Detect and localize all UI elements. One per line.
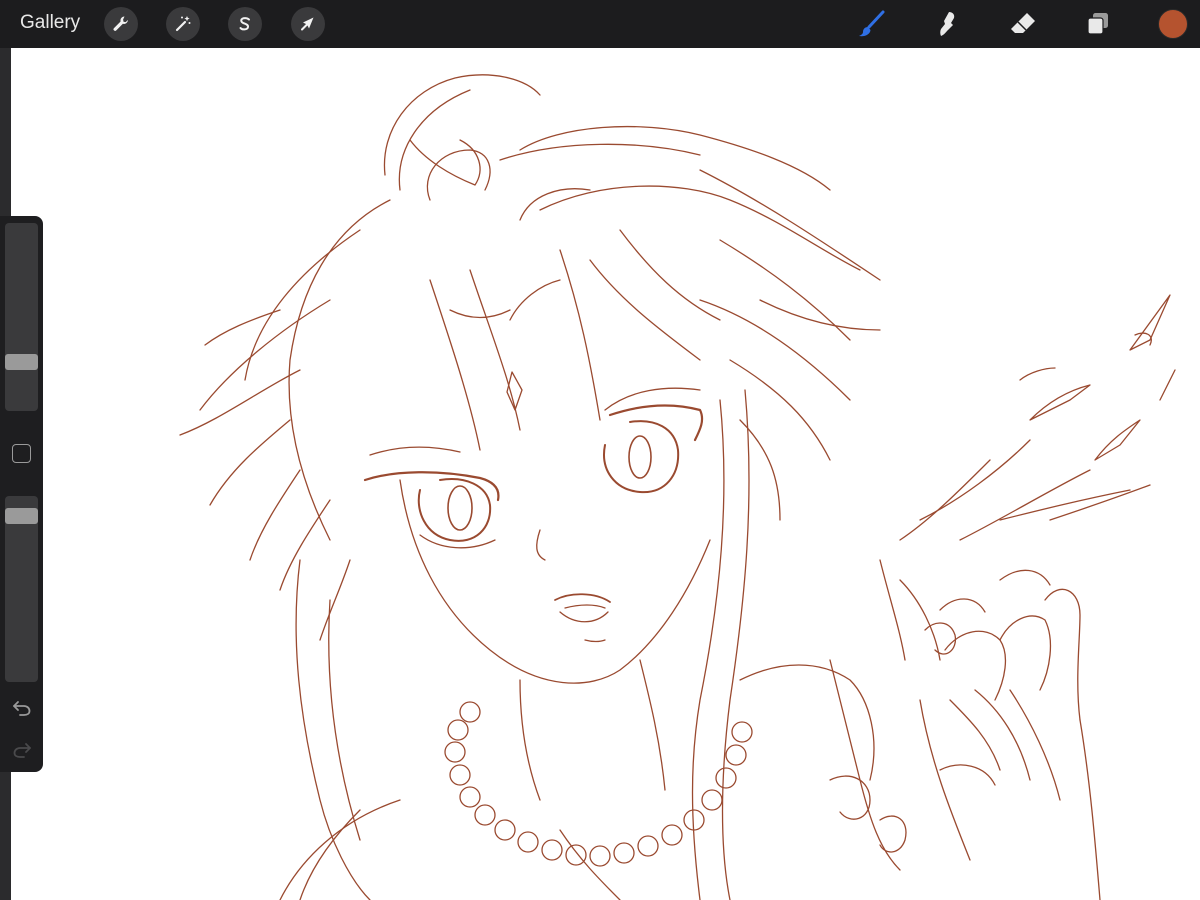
- brush-size-slider[interactable]: [5, 223, 38, 411]
- sketch-artwork: [179, 74, 1176, 900]
- redo-button[interactable]: [9, 739, 35, 761]
- transform-arrow-icon: [301, 17, 314, 31]
- undo-button[interactable]: [9, 697, 35, 719]
- magic-wand-icon: [175, 16, 191, 32]
- eraser-tool-button[interactable]: [1005, 6, 1041, 42]
- brush-size-thumb[interactable]: [5, 353, 38, 370]
- brush-opacity-thumb[interactable]: [5, 507, 38, 524]
- drawing-canvas[interactable]: [11, 48, 1200, 900]
- color-picker-swatch[interactable]: [1158, 9, 1188, 39]
- brush-tool-button[interactable]: [854, 6, 890, 42]
- top-toolbar: Gallery: [0, 0, 1200, 48]
- brush-opacity-slider[interactable]: [5, 496, 38, 682]
- eraser-icon: [1011, 13, 1035, 33]
- selection-button[interactable]: [228, 7, 262, 41]
- adjustments-button[interactable]: [166, 7, 200, 41]
- wrench-icon: [113, 16, 128, 31]
- left-sidebar: [0, 216, 43, 772]
- smudge-icon: [940, 12, 955, 36]
- actions-wrench-button[interactable]: [104, 7, 138, 41]
- redo-icon: [13, 743, 31, 758]
- layers-button[interactable]: [1080, 6, 1116, 42]
- transform-button[interactable]: [291, 7, 325, 41]
- brush-icon: [859, 10, 885, 37]
- modifier-square-button[interactable]: [12, 444, 31, 463]
- smudge-tool-button[interactable]: [929, 6, 965, 42]
- gallery-button[interactable]: Gallery: [20, 12, 80, 34]
- undo-icon: [13, 701, 31, 716]
- selection-s-icon: [239, 17, 250, 31]
- layers-icon: [1087, 13, 1108, 35]
